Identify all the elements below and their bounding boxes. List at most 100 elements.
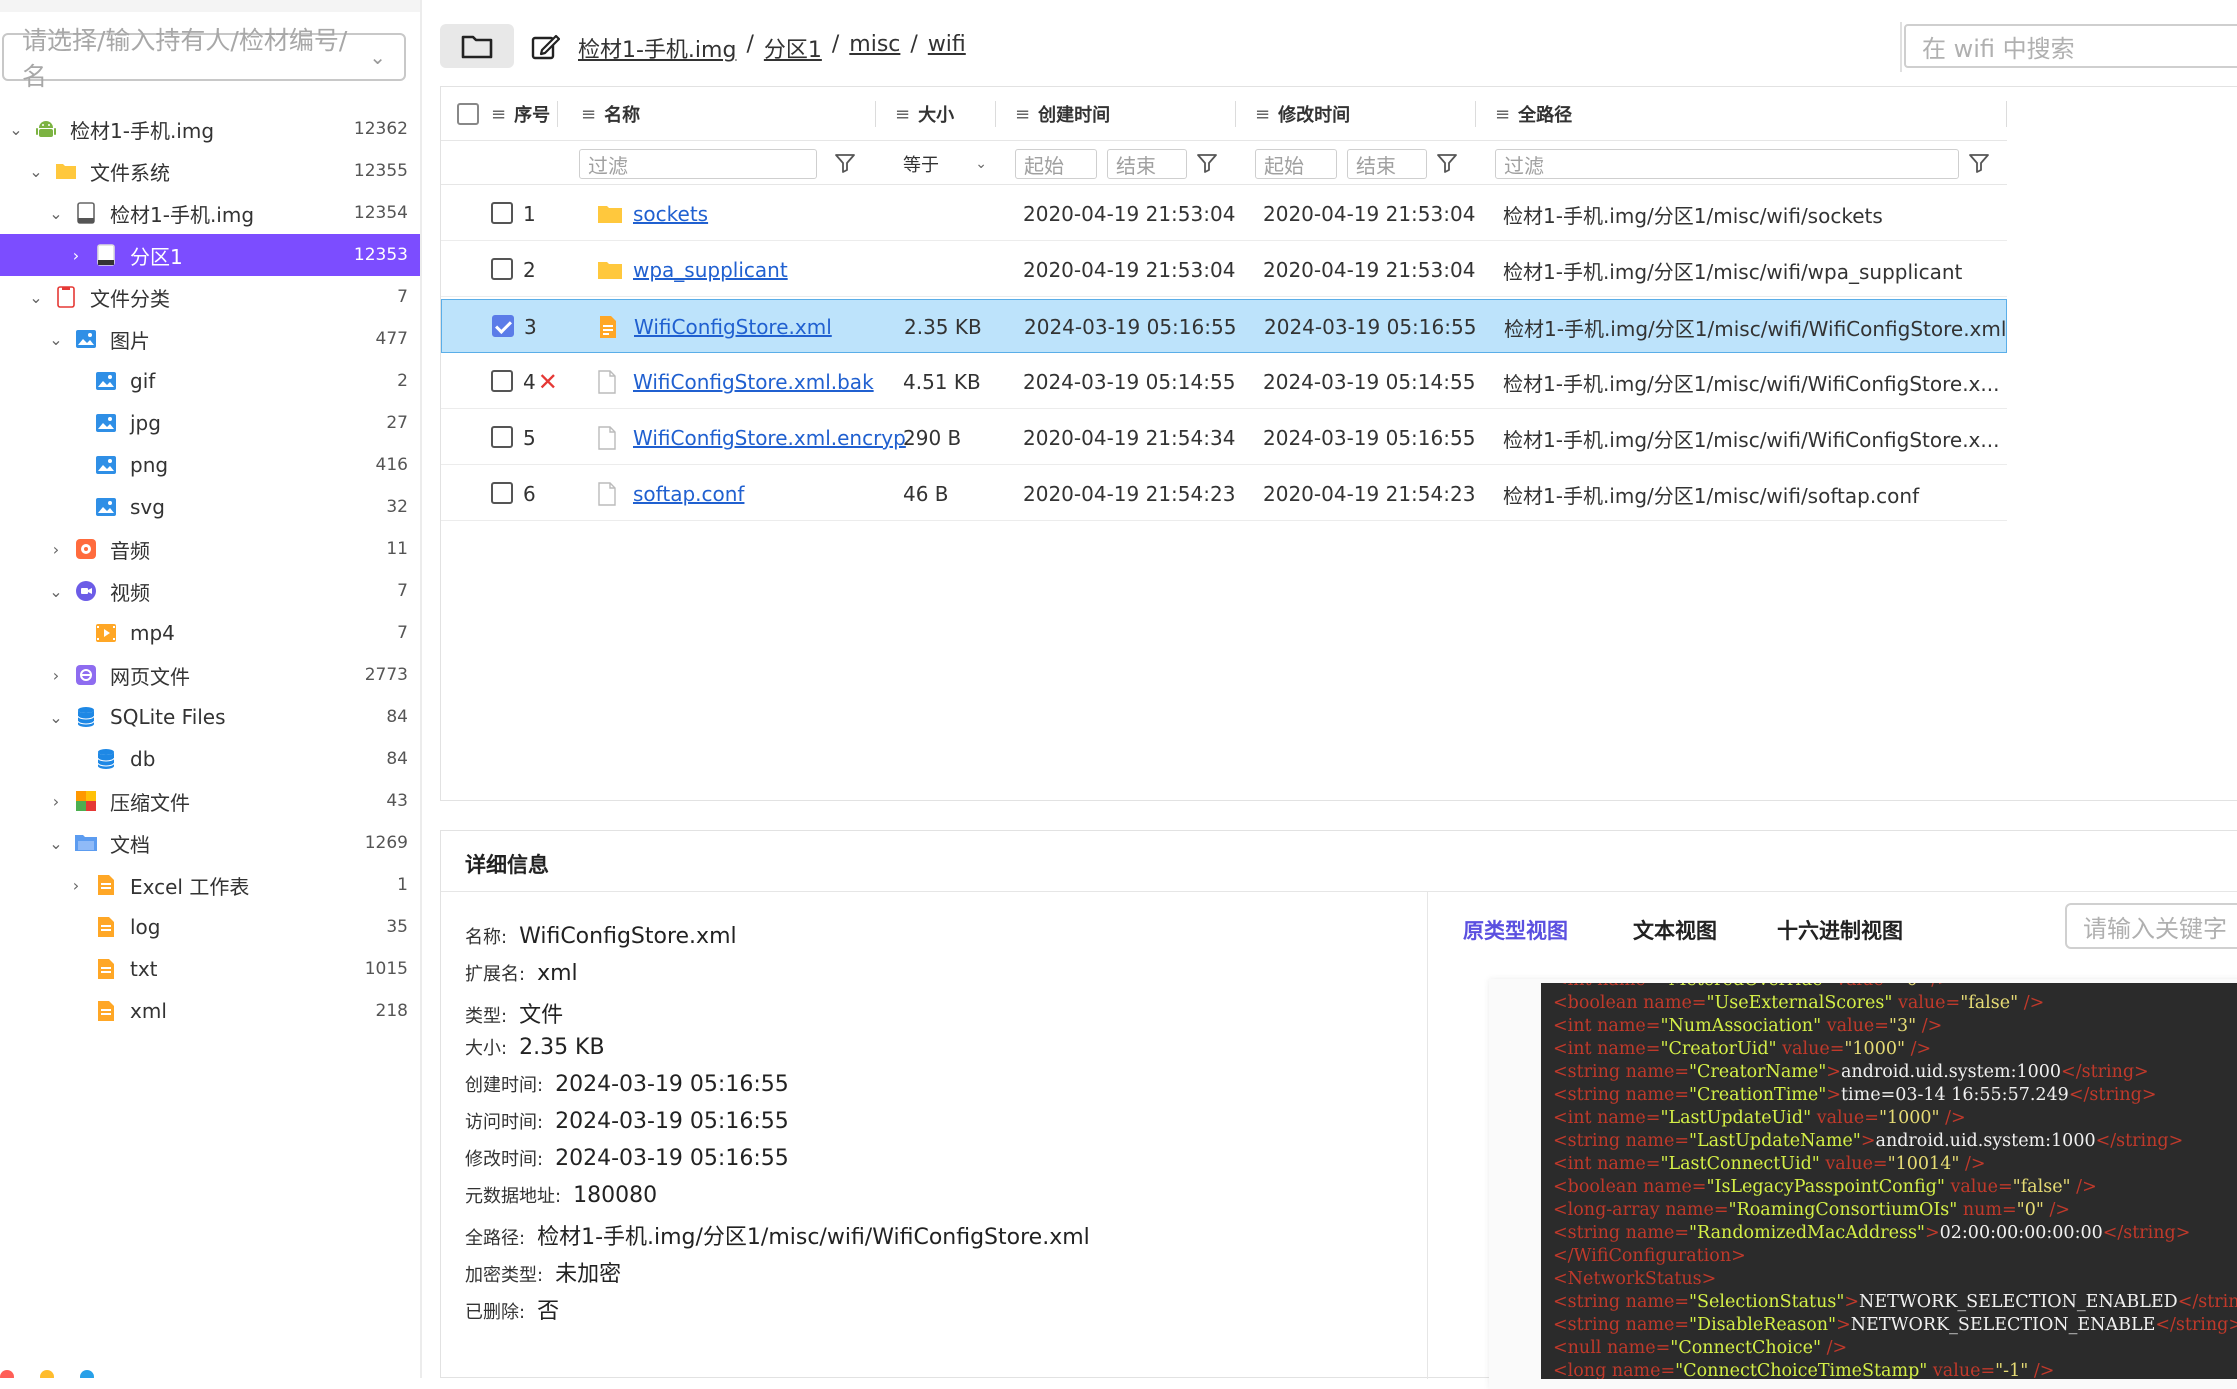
table-row[interactable]: 2 wpa_supplicant 2020-04-19 21:53:04 2020-0… [441, 243, 2007, 297]
column-divider[interactable] [2006, 101, 2007, 127]
tree-item[interactable]: mp4 7 [0, 612, 422, 654]
window-close-dot[interactable] [0, 1370, 14, 1378]
file-name-link[interactable]: sockets [633, 187, 708, 241]
column-divider[interactable] [557, 101, 558, 127]
tree-item[interactable]: ⌄ 图片 477 [0, 318, 422, 360]
tab-text-view[interactable]: 文本视图 [1633, 915, 1717, 945]
table-row[interactable]: 4 ✕ WifiConfigStore.xml.bak 4.51 KB 2024-03-… [441, 355, 2007, 409]
row-checkbox[interactable] [491, 482, 513, 504]
filter-icon[interactable] [1195, 151, 1219, 175]
row-checkbox[interactable] [491, 202, 513, 224]
chevron-right-icon[interactable]: › [66, 246, 86, 265]
name-filter-input[interactable]: 过滤 [579, 149, 817, 179]
modified-end-input[interactable]: 结束 [1347, 149, 1427, 179]
breadcrumb-item[interactable]: misc [849, 32, 900, 64]
column-menu-icon[interactable]: ≡ [581, 104, 596, 125]
tree-item[interactable]: ⌄ 检材1-手机.img 12354 [0, 192, 422, 234]
filter-icon[interactable] [1967, 151, 1991, 175]
tree-item[interactable]: png 416 [0, 444, 422, 486]
column-menu-icon[interactable]: ≡ [1255, 104, 1270, 125]
row-checkbox[interactable] [491, 370, 513, 392]
chevron-down-icon[interactable]: ⌄ [6, 120, 26, 139]
tree-item[interactable]: ⌄ SQLite Files 84 [0, 696, 422, 738]
created-end-input[interactable]: 结束 [1107, 149, 1187, 179]
column-header-name[interactable]: ≡ 名称 [581, 87, 640, 141]
breadcrumb-item[interactable]: 分区1 [764, 32, 822, 64]
chevron-down-icon[interactable]: ⌄ [46, 834, 66, 853]
xml-preview[interactable]: <int name="MeteredOverride" value="0" />… [1541, 983, 2237, 1379]
breadcrumb-item[interactable]: wifi [928, 32, 966, 64]
column-header-index[interactable]: ≡ 序号 [491, 87, 550, 141]
tree-item[interactable]: ⌄ 文件系统 12355 [0, 150, 422, 192]
tree-item[interactable]: log 35 [0, 906, 422, 948]
column-divider[interactable] [1235, 101, 1236, 127]
breadcrumb-item[interactable]: 检材1-手机.img [578, 32, 736, 64]
open-folder-button[interactable] [440, 24, 514, 68]
file-name-link[interactable]: WifiConfigStore.xml [634, 300, 832, 354]
size-operator-select[interactable]: 等于 ⌄ [897, 149, 993, 179]
tree-item[interactable]: db 84 [0, 738, 422, 780]
filter-icon[interactable] [1435, 151, 1459, 175]
chevron-right-icon[interactable]: › [46, 666, 66, 685]
chevron-right-icon[interactable]: › [46, 540, 66, 559]
tree-item[interactable]: ⌄ 文件分类 7 [0, 276, 422, 318]
tree-item[interactable]: › 音频 11 [0, 528, 422, 570]
column-menu-icon[interactable]: ≡ [491, 104, 506, 125]
column-menu-icon[interactable]: ≡ [1495, 104, 1510, 125]
column-menu-icon[interactable]: ≡ [1015, 104, 1030, 125]
tree-item[interactable]: › 分区1 12353 [0, 234, 422, 276]
chevron-right-icon[interactable]: › [66, 876, 86, 895]
table-row[interactable]: 6 softap.conf 46 B 2020-04-19 21:54:23 2020-… [441, 467, 2007, 521]
column-header-size[interactable]: ≡ 大小 [895, 87, 954, 141]
window-minimize-dot[interactable] [40, 1370, 54, 1378]
filter-icon[interactable] [833, 151, 857, 175]
column-divider[interactable] [995, 101, 996, 127]
file-size: 46 B [903, 482, 949, 506]
column-divider[interactable] [1475, 101, 1476, 127]
tree-item[interactable]: ⌄ 文档 1269 [0, 822, 422, 864]
row-checkbox[interactable] [491, 426, 513, 448]
chevron-down-icon[interactable]: ⌄ [46, 204, 66, 223]
file-name-link[interactable]: WifiConfigStore.xml.encryp [633, 411, 906, 465]
tree-item[interactable]: › Excel 工作表 1 [0, 864, 422, 906]
tree-item[interactable]: ⌄ 视频 7 [0, 570, 422, 612]
window-maximize-dot[interactable] [80, 1370, 94, 1378]
edit-path-icon[interactable] [530, 32, 560, 62]
row-checkbox[interactable] [492, 315, 514, 337]
folder-search-input[interactable]: 在 wifi 中搜索 [1904, 24, 2237, 68]
tab-native-view[interactable]: 原类型视图 [1463, 915, 1568, 945]
chevron-down-icon[interactable]: ⌄ [26, 288, 46, 307]
path-filter-input[interactable]: 过滤 [1495, 149, 1959, 179]
row-checkbox[interactable] [491, 258, 513, 280]
tree-item[interactable]: svg 32 [0, 486, 422, 528]
table-row[interactable]: 3 WifiConfigStore.xml 2.35 KB 2024-03-19 05… [441, 299, 2007, 353]
modified-start-input[interactable]: 起始 [1255, 149, 1337, 179]
tree-item[interactable]: › 网页文件 2773 [0, 654, 422, 696]
chevron-down-icon[interactable]: ⌄ [26, 162, 46, 181]
tree-item[interactable]: gif 2 [0, 360, 422, 402]
chevron-down-icon[interactable]: ⌄ [46, 708, 66, 727]
person-select[interactable]: 请选择/输入持有人/检材编号/名 ⌄ [2, 26, 406, 91]
created-start-input[interactable]: 起始 [1015, 149, 1097, 179]
chevron-right-icon[interactable]: › [46, 792, 66, 811]
file-name-link[interactable]: softap.conf [633, 467, 744, 521]
select-all-checkbox[interactable] [457, 103, 479, 125]
keyword-search-input[interactable]: 请输入关键字 [2065, 903, 2237, 949]
chevron-down-icon[interactable]: ⌄ [46, 330, 66, 349]
chevron-down-icon[interactable]: ⌄ [46, 582, 66, 601]
column-header-modified[interactable]: ≡ 修改时间 [1255, 87, 1350, 141]
column-menu-icon[interactable]: ≡ [895, 104, 910, 125]
tree-item[interactable]: txt 1015 [0, 948, 422, 990]
column-divider[interactable] [875, 101, 876, 127]
table-row[interactable]: 5 WifiConfigStore.xml.encryp 290 B 2020-04-… [441, 411, 2007, 465]
column-header-path[interactable]: ≡ 全路径 [1495, 87, 1572, 141]
tab-hex-view[interactable]: 十六进制视图 [1777, 915, 1903, 945]
tree-item[interactable]: ⌄ 检材1-手机.img 12362 [0, 108, 422, 150]
tree-item[interactable]: › 压缩文件 43 [0, 780, 422, 822]
file-name-link[interactable]: wpa_supplicant [633, 243, 788, 297]
table-row[interactable]: 1 sockets 2020-04-19 21:53:04 2020-04-19 21… [441, 187, 2007, 241]
tree-item[interactable]: xml 218 [0, 990, 422, 1032]
tree-item[interactable]: jpg 27 [0, 402, 422, 444]
column-header-created[interactable]: ≡ 创建时间 [1015, 87, 1110, 141]
file-name-link[interactable]: WifiConfigStore.xml.bak [633, 355, 874, 409]
